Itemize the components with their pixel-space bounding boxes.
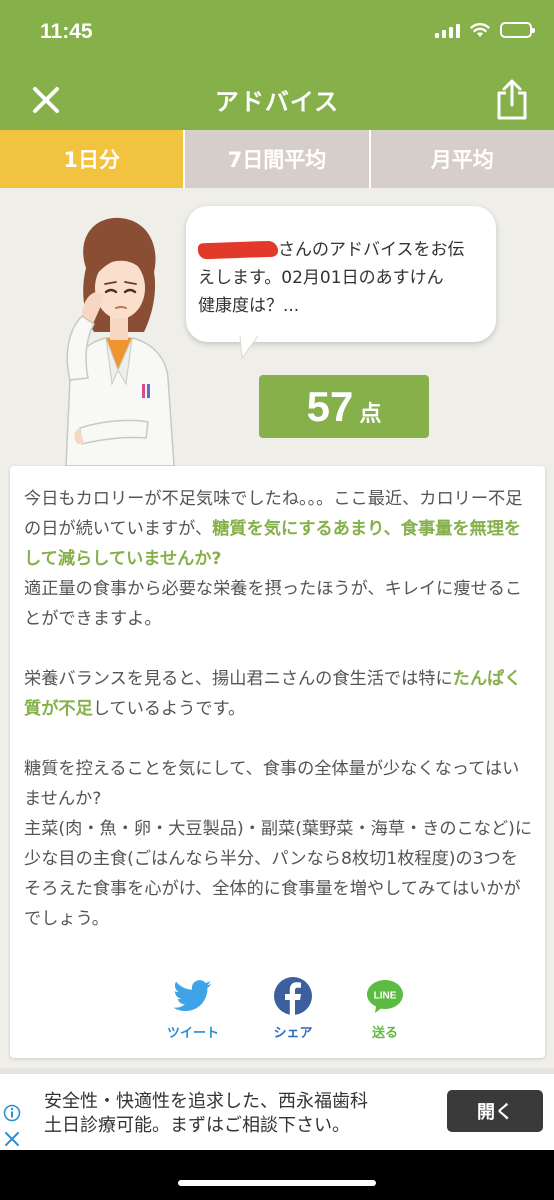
bubble-text-line2: えします。02月01日のあすけん (198, 268, 444, 288)
share-buttons: ツイート シェア LINE 送る (158, 976, 408, 1041)
period-tabs: 1日分 7日間平均 月平均 (0, 130, 554, 188)
health-score-badge: 57 点 (259, 375, 429, 438)
twitter-icon (174, 980, 212, 1012)
speech-bubble-tail (239, 336, 259, 360)
health-score-unit: 点 (359, 402, 382, 427)
wifi-icon (470, 23, 490, 37)
line-icon: LINE (367, 980, 403, 1013)
bubble-text-line3: 健康度は？... (198, 296, 300, 316)
home-indicator-area (0, 1150, 554, 1200)
nav-bar: アドバイス (0, 70, 554, 130)
ad-text[interactable]: 安全性・快適性を追求した、西永福歯科 土日診療可能。まずはご相談下さい。 (44, 1090, 368, 1138)
advice-speech-bubble: さんのアドバイスをお伝 えします。02月01日のあすけん 健康度は？... (186, 206, 496, 342)
redacted-user-name (197, 240, 279, 260)
bubble-text-line1: さんのアドバイスをお伝 (278, 240, 465, 260)
advice-text-segment: 主菜(肉・魚・卵・大豆製品)・副菜(葉野菜・海草・きのこなど)に少な目の主食(ご… (24, 819, 533, 929)
tab-daily[interactable]: 1日分 (0, 130, 186, 188)
ad-open-button[interactable]: 開く (447, 1090, 543, 1132)
twitter-share-label: ツイート (166, 1026, 219, 1041)
line-share-button[interactable]: LINE 送る (350, 976, 420, 1041)
info-icon[interactable] (3, 1104, 21, 1122)
close-ad-icon[interactable] (3, 1130, 21, 1148)
advice-text-segment: しているようです。 (92, 699, 246, 719)
advisor-illustration (65, 217, 175, 466)
advice-text-segment: 栄養バランスを見ると、揚山君ニさんの食生活では特に (24, 669, 453, 689)
advice-paragraph-3: 糖質を控えることを気にして、食事の全体量が少なくなってはいませんか? 主菜(肉・魚… (24, 754, 534, 934)
home-indicator[interactable] (178, 1180, 376, 1186)
status-time: 11:45 (40, 20, 93, 43)
advice-card: 今日もカロリーが不足気味でしたね。。。ここ最近、カロリー不足の日が続いていますが… (10, 466, 545, 1058)
cellular-signal-icon (435, 22, 460, 38)
advice-text: 今日もカロリーが不足気味でしたね。。。ここ最近、カロリー不足の日が続いていますが… (24, 484, 534, 934)
ad-text-line1: 安全性・快適性を追求した、西永福歯科 (44, 1091, 368, 1112)
advice-text-segment: 適正量の食事から必要な栄養を摂ったほうが、キレイに痩せることができますよ。 (24, 579, 523, 629)
facebook-share-label: シェア (273, 1026, 313, 1041)
twitter-share-button[interactable]: ツイート (158, 976, 228, 1041)
advice-paragraph-1: 今日もカロリーが不足気味でしたね。。。ここ最近、カロリー不足の日が続いていますが… (24, 484, 534, 634)
tab-monthly-average[interactable]: 月平均 (370, 130, 554, 188)
ad-text-line2: 土日診療可能。まずはご相談下さい。 (44, 1115, 350, 1136)
line-icon-text: LINE (374, 991, 397, 1002)
share-button[interactable] (490, 76, 534, 124)
line-share-label: 送る (371, 1026, 398, 1041)
tab-7day-average[interactable]: 7日間平均 (185, 130, 371, 188)
facebook-share-button[interactable]: シェア (258, 976, 328, 1041)
status-icons (435, 22, 535, 38)
share-icon (497, 79, 527, 120)
battery-icon (500, 22, 535, 38)
page-title: アドバイス (214, 88, 340, 116)
health-score-value: 57 (306, 383, 354, 430)
facebook-icon (274, 977, 312, 1015)
ad-choices (3, 1104, 23, 1152)
advice-text-segment: 糖質を控えることを気にして、食事の全体量が少なくなってはいませんか? (24, 759, 520, 809)
status-bar: 11:45 (0, 0, 554, 70)
advice-paragraph-2: 栄養バランスを見ると、揚山君ニさんの食生活では特にたんぱく質が不足しているようで… (24, 664, 534, 724)
ad-banner: 安全性・快適性を追求した、西永福歯科 土日診療可能。まずはご相談下さい。 開く (0, 1074, 554, 1150)
